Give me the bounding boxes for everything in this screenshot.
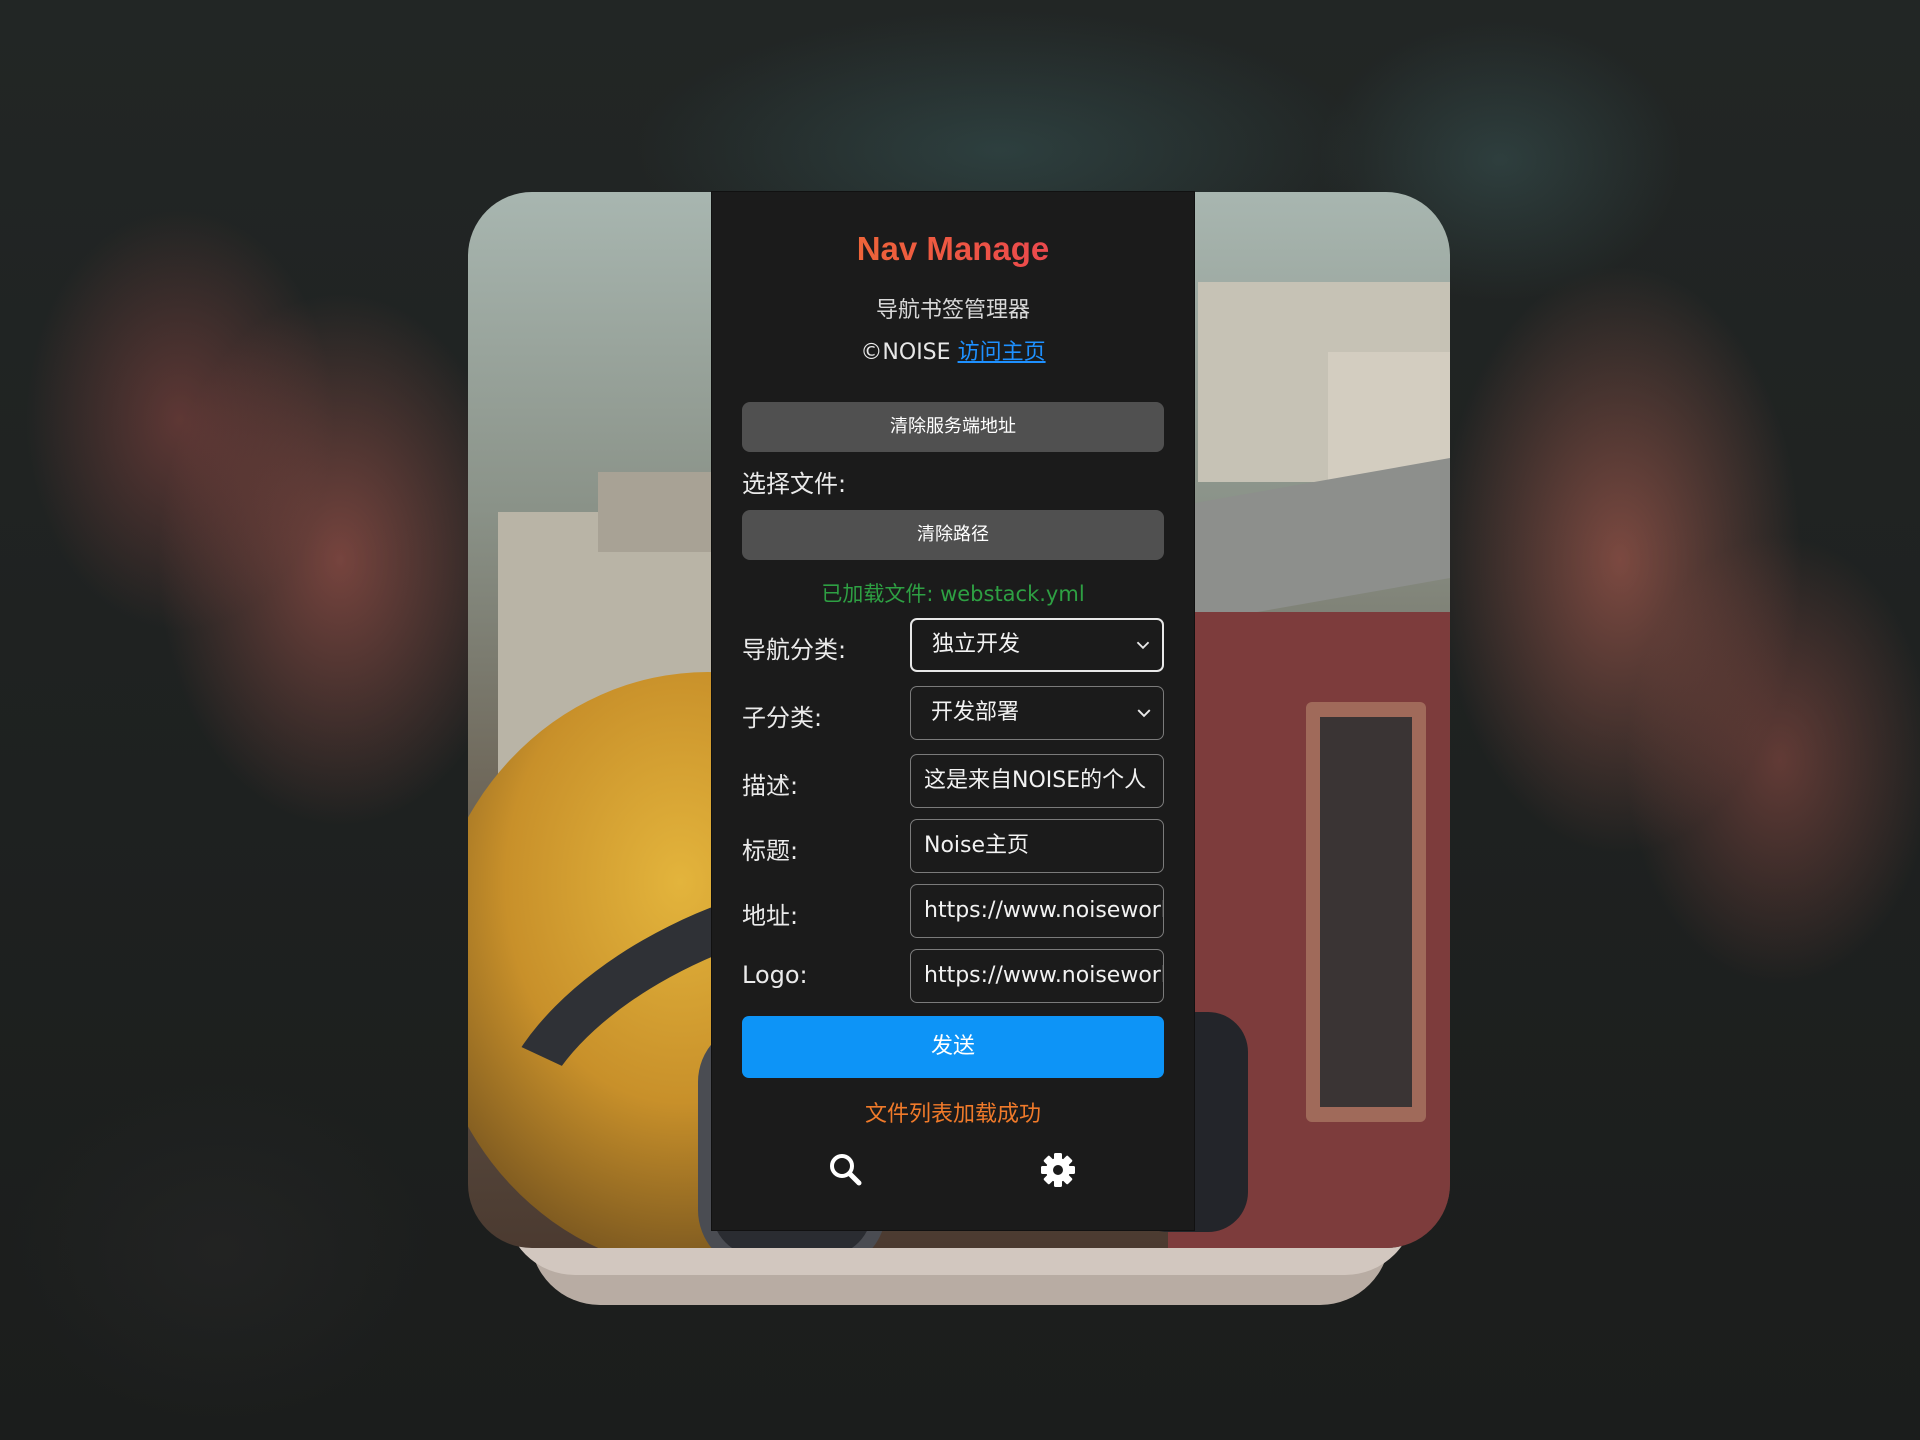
- chevron-down-icon: [1136, 641, 1150, 650]
- subcategory-select-value: 开发部署: [931, 700, 1020, 725]
- logo-label: Logo:: [742, 961, 808, 989]
- loaded-file-status: 已加载文件: webstack.yml: [821, 582, 1085, 606]
- category-select-value: 独立开发: [932, 632, 1021, 657]
- logo-input[interactable]: https://www.noisework: [910, 949, 1164, 1003]
- category-select[interactable]: 独立开发: [910, 618, 1164, 672]
- gear-icon[interactable]: [1038, 1150, 1078, 1190]
- scenery-window-inner: [1320, 717, 1412, 1107]
- title-input[interactable]: Noise主页: [910, 819, 1164, 873]
- nav-manage-panel: Nav Manage 导航书签管理器 ©NOISE 访问主页 清除服务端地址 选…: [712, 192, 1194, 1230]
- chevron-down-icon: [1137, 709, 1151, 718]
- app-title: Nav Manage: [712, 230, 1194, 268]
- copyright-line: ©NOISE 访问主页: [712, 334, 1194, 366]
- clear-server-button[interactable]: 清除服务端地址: [742, 402, 1164, 452]
- category-label: 导航分类:: [742, 636, 847, 664]
- copyright-text: ©NOISE: [860, 340, 951, 365]
- choose-file-label: 选择文件:: [742, 470, 847, 498]
- url-input[interactable]: https://www.noisework: [910, 884, 1164, 938]
- description-input[interactable]: 这是来自NOISE的个人: [910, 754, 1164, 808]
- scenery-roof: [1178, 458, 1450, 626]
- file-list-status: 文件列表加载成功: [864, 1102, 1041, 1127]
- clear-path-button[interactable]: 清除路径: [742, 510, 1164, 560]
- subcategory-select[interactable]: 开发部署: [910, 686, 1164, 740]
- app-subtitle: 导航书签管理器: [875, 298, 1030, 323]
- subcategory-label: 子分类:: [742, 704, 823, 732]
- search-icon[interactable]: [826, 1150, 866, 1190]
- send-button[interactable]: 发送: [742, 1016, 1164, 1078]
- homepage-link[interactable]: 访问主页: [958, 340, 1046, 365]
- url-label: 地址:: [742, 902, 799, 930]
- title-label: 标题:: [742, 837, 799, 865]
- description-label: 描述:: [742, 772, 799, 800]
